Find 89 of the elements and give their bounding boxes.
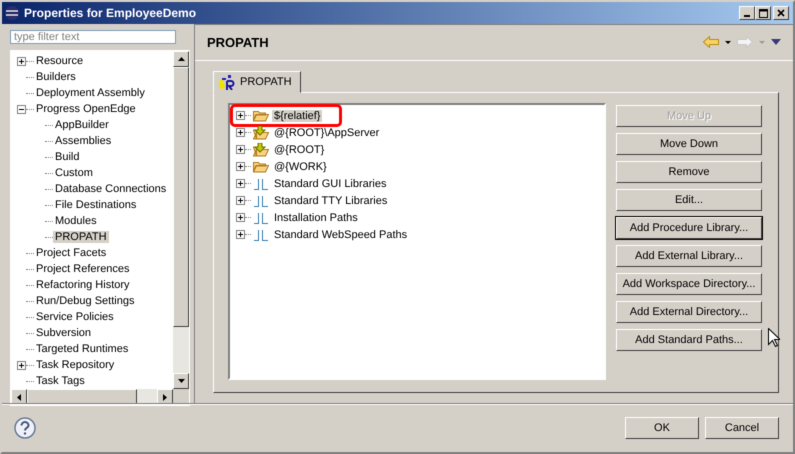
- tree-item[interactable]: Targeted Runtimes: [34, 343, 130, 355]
- action-button[interactable]: Edit...: [616, 189, 762, 211]
- expand-toggle[interactable]: [236, 162, 245, 171]
- minimize-button[interactable]: [739, 6, 755, 20]
- tree-item[interactable]: Progress OpenEdge: [34, 103, 138, 115]
- expand-toggle[interactable]: [236, 196, 245, 205]
- plus-icon: [237, 112, 244, 119]
- tree-item[interactable]: Deployment Assembly: [34, 87, 147, 99]
- scrollbar-thumb[interactable]: [173, 67, 189, 327]
- tree-item[interactable]: Subversion: [34, 327, 94, 339]
- tree-item[interactable]: @{ROOT}: [272, 144, 326, 156]
- library-icon: [253, 228, 269, 240]
- dialog-button[interactable]: OK: [625, 417, 699, 439]
- page-title: PROPATH: [207, 34, 270, 50]
- dropdown-icon[interactable]: [725, 40, 731, 44]
- action-button[interactable]: Add Standard Paths...: [616, 329, 762, 351]
- maximize-button[interactable]: [755, 6, 771, 20]
- plus-icon: [18, 362, 25, 368]
- folder-icon: [253, 109, 269, 122]
- library-icon: [253, 178, 269, 190]
- expand-toggle[interactable]: [236, 213, 245, 222]
- action-button[interactable]: Remove: [616, 161, 762, 183]
- plus-icon: [237, 197, 244, 204]
- library-icon: [253, 212, 269, 224]
- expand-toggle[interactable]: [236, 145, 245, 154]
- plus-icon: [237, 146, 244, 153]
- tree-item[interactable]: Installation Paths: [272, 212, 360, 224]
- close-icon: [777, 9, 785, 17]
- tree-item[interactable]: Assemblies: [53, 135, 114, 147]
- action-button[interactable]: Move Down: [616, 133, 762, 155]
- expand-toggle[interactable]: [17, 360, 26, 370]
- filter-field[interactable]: type filter text: [10, 30, 176, 44]
- menu-icon[interactable]: [771, 39, 781, 45]
- tree-item[interactable]: ${relatief}: [272, 110, 322, 122]
- tree-item[interactable]: @{ROOT}\AppServer: [272, 126, 382, 138]
- action-button[interactable]: Add Procedure Library...: [616, 217, 762, 239]
- tree-item[interactable]: Task Repository: [34, 359, 116, 371]
- tree-item[interactable]: Project Facets: [34, 247, 108, 259]
- tree-item[interactable]: Refactoring History: [34, 279, 132, 291]
- action-button[interactable]: Add External Library...: [616, 245, 762, 267]
- down-triangle-icon: [178, 379, 184, 383]
- scroll-down-button[interactable]: [173, 373, 189, 389]
- dialog-button[interactable]: Cancel: [705, 417, 779, 439]
- tree-item[interactable]: Standard WebSpeed Paths: [272, 228, 410, 240]
- left-triangle-icon: [17, 394, 21, 400]
- tree-item[interactable]: Custom: [53, 167, 95, 179]
- close-button[interactable]: [773, 6, 789, 20]
- expand-toggle[interactable]: [236, 179, 245, 188]
- action-button[interactable]: Add External Directory...: [616, 301, 762, 323]
- tree-item[interactable]: Builders: [34, 71, 78, 83]
- tree-item[interactable]: @{WORK}: [272, 160, 329, 172]
- expand-toggle[interactable]: [17, 56, 26, 66]
- tree-item[interactable]: Project References: [34, 263, 132, 275]
- expand-toggle[interactable]: [236, 128, 245, 137]
- action-button[interactable]: Add Workspace Directory...: [616, 273, 762, 295]
- tree-item[interactable]: Build: [53, 151, 82, 163]
- tree-item[interactable]: Modules: [53, 215, 99, 227]
- tree-item[interactable]: PROPATH: [53, 231, 109, 243]
- expand-toggle[interactable]: [236, 111, 245, 120]
- propath-icon: [218, 74, 236, 90]
- tree-item[interactable]: Standard GUI Libraries: [272, 178, 388, 190]
- tree-item[interactable]: Database Connections: [53, 183, 168, 195]
- tree-item[interactable]: Standard TTY Libraries: [272, 194, 390, 206]
- plus-icon: [237, 180, 244, 187]
- tree-item[interactable]: Run/Debug Settings: [34, 295, 136, 307]
- maximize-icon: [758, 8, 768, 18]
- up-triangle-icon: [178, 57, 184, 61]
- tree-item[interactable]: File Destinations: [53, 199, 138, 211]
- plus-icon: [237, 231, 244, 238]
- help-icon[interactable]: [14, 417, 36, 439]
- tree-item[interactable]: Resource: [34, 55, 86, 67]
- folder-arrow-icon: [253, 126, 269, 140]
- folder-icon: [253, 160, 269, 173]
- plus-icon: [237, 163, 244, 170]
- plus-icon: [237, 129, 244, 136]
- tree-item[interactable]: Task Tags: [34, 375, 87, 387]
- expand-toggle[interactable]: [236, 230, 245, 239]
- tree-item[interactable]: Service Policies: [34, 311, 116, 323]
- plus-icon: [18, 58, 25, 64]
- library-icon: [253, 194, 269, 206]
- right-triangle-icon: [163, 394, 167, 400]
- scroll-up-button[interactable]: [173, 51, 189, 67]
- app-icon: [4, 5, 20, 21]
- tab[interactable]: PROPATH: [213, 71, 301, 93]
- expand-toggle[interactable]: [17, 104, 26, 114]
- window-title: Properties for EmployeeDemo: [24, 6, 198, 20]
- folder-arrow-icon: [253, 142, 269, 156]
- tree-item[interactable]: AppBuilder: [53, 119, 111, 131]
- plus-icon: [237, 214, 244, 221]
